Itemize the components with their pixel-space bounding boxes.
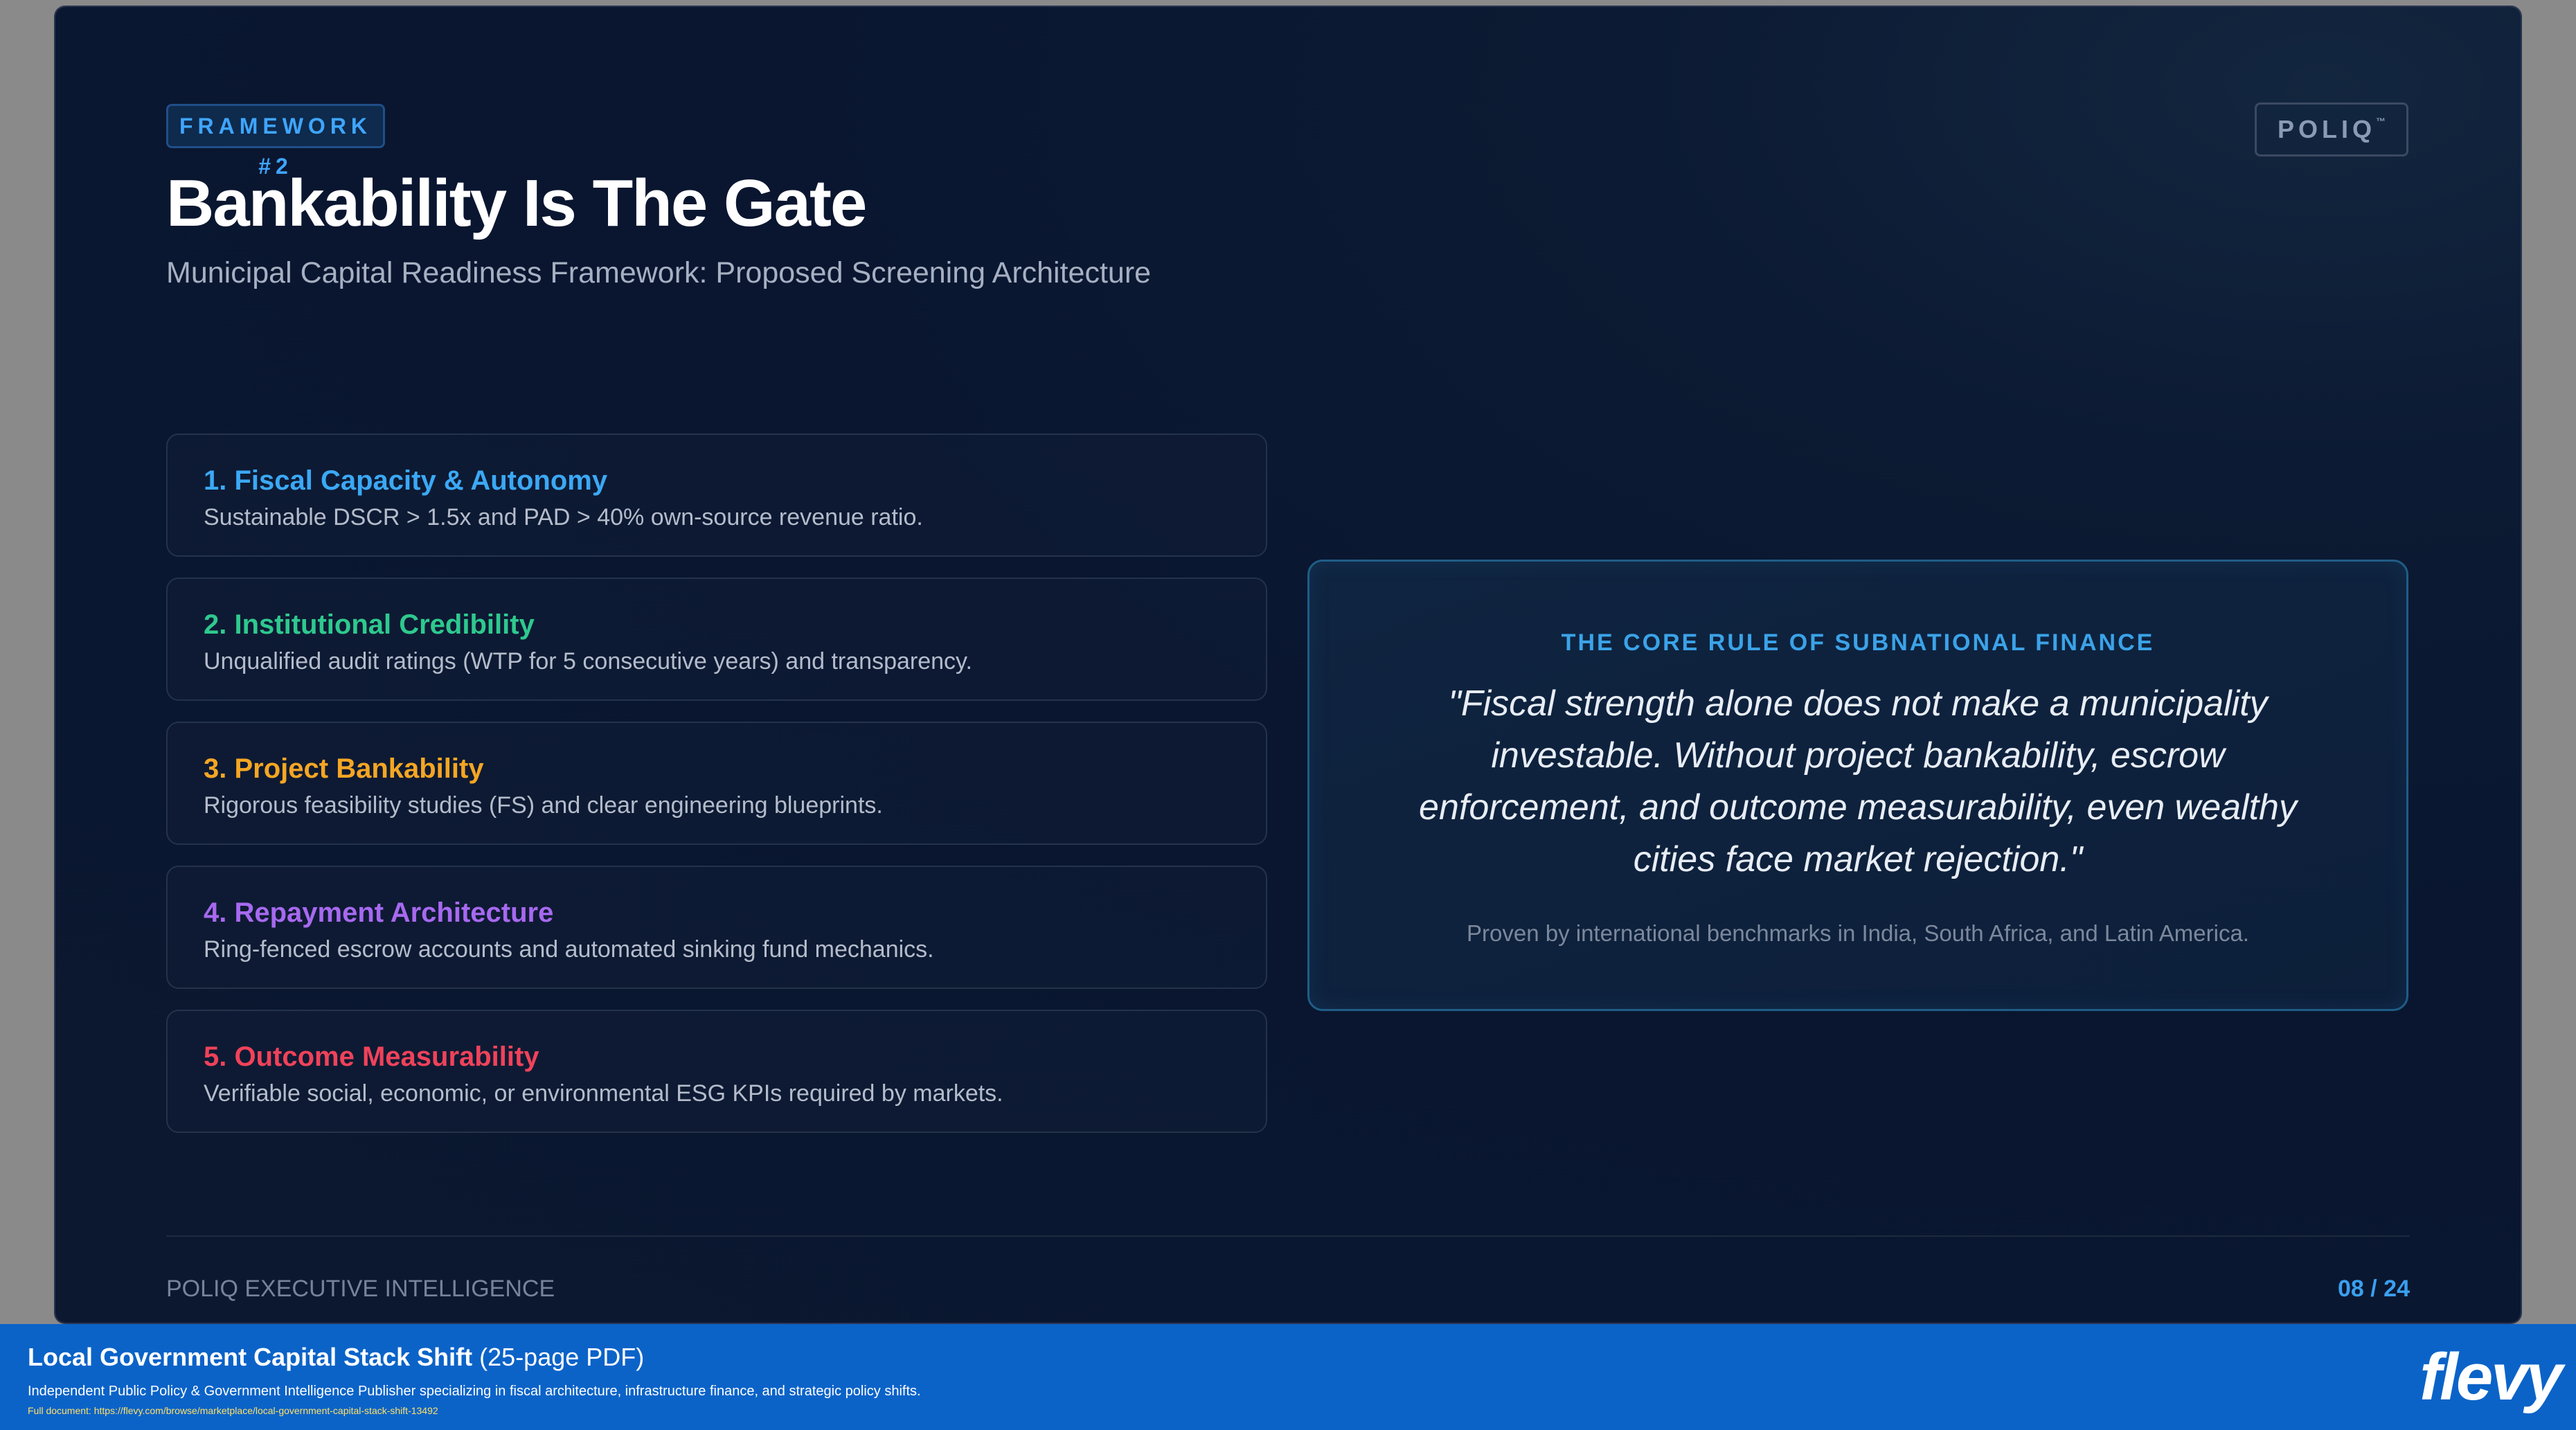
item-title: 1. Fiscal Capacity & Autonomy (204, 465, 608, 496)
flevy-logo[interactable]: flevy (2420, 1339, 2563, 1415)
framework-item-fiscal-capacity: 1. Fiscal Capacity & Autonomy Sustainabl… (166, 434, 1267, 557)
item-description: Sustainable DSCR > 1.5x and PAD > 40% ow… (204, 504, 923, 530)
item-description: Ring-fenced escrow accounts and automate… (204, 936, 934, 963)
item-description: Rigorous feasibility studies (FS) and cl… (204, 792, 883, 819)
item-title: 4. Repayment Architecture (204, 897, 554, 928)
core-rule-quote-card: THE CORE RULE OF SUBNATIONAL FINANCE "Fi… (1307, 560, 2408, 1011)
trademark-mark: ™ (2376, 116, 2386, 127)
item-title: 2. Institutional Credibility (204, 609, 535, 640)
page-number: 08 / 24 (2338, 1276, 2410, 1302)
document-banner: Local Government Capital Stack Shift (25… (0, 1324, 2576, 1430)
page-title: Bankability Is The Gate (166, 166, 867, 240)
poliq-logo: POLIQ™ (2255, 102, 2408, 157)
item-description: Unqualified audit ratings (WTP for 5 con… (204, 648, 972, 674)
document-title: Local Government Capital Stack Shift (28, 1343, 473, 1371)
logo-text: POLIQ (2277, 115, 2376, 143)
footer-divider (166, 1235, 2410, 1237)
framework-item-repayment-architecture: 4. Repayment Architecture Ring-fenced es… (166, 866, 1267, 989)
banner-description: Independent Public Policy & Government I… (28, 1384, 921, 1399)
item-title: 5. Outcome Measurability (204, 1042, 539, 1072)
framework-item-project-bankability: 3. Project Bankability Rigorous feasibil… (166, 722, 1267, 845)
quote-text: "Fiscal strength alone does not make a m… (1419, 683, 2297, 879)
framework-tag: FRAMEWORK #2 (166, 104, 385, 179)
framework-item-institutional-credibility: 2. Institutional Credibility Unqualified… (166, 578, 1267, 701)
item-description: Verifiable social, economic, or environm… (204, 1080, 1003, 1107)
footer-brand: POLIQ EXECUTIVE INTELLIGENCE (166, 1276, 555, 1302)
framework-item-outcome-measurability: 5. Outcome Measurability Verifiable soci… (166, 1010, 1267, 1133)
page-subtitle: Municipal Capital Readiness Framework: P… (166, 256, 1152, 289)
quote-source: Proven by international benchmarks in In… (1467, 920, 2249, 946)
document-page-count: (25-page PDF) (472, 1343, 645, 1371)
slide: FRAMEWORK #2 POLIQ™ Bankability Is The G… (55, 7, 2521, 1323)
banner-title: Local Government Capital Stack Shift (25… (28, 1339, 644, 1375)
item-title: 3. Project Bankability (204, 753, 484, 784)
full-document-link[interactable]: Full document: https://flevy.com/browse/… (28, 1403, 438, 1418)
quote-label: THE CORE RULE OF SUBNATIONAL FINANCE (1561, 629, 2155, 656)
